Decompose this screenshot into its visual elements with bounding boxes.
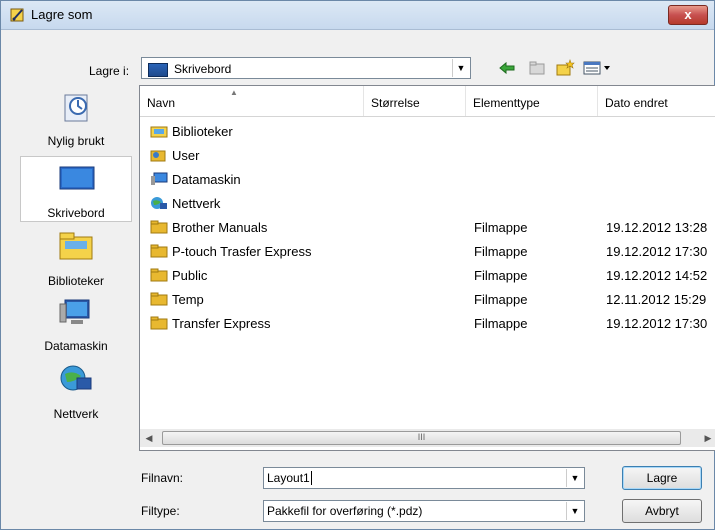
lookin-label: Lagre i: bbox=[89, 64, 130, 78]
file-type: Filmappe bbox=[474, 220, 528, 235]
place-biblioteker[interactable]: Biblioteker bbox=[20, 225, 132, 291]
folder-icon bbox=[150, 292, 168, 306]
scrollbar-grip: III bbox=[417, 432, 426, 442]
column-header-elementtype[interactable]: Elementtype bbox=[466, 86, 598, 116]
column-header: Navn ▲ Størrelse Elementtype Dato endret bbox=[140, 86, 715, 117]
place-label: Datamaskin bbox=[44, 339, 108, 353]
network-icon bbox=[150, 196, 168, 210]
save-as-dialog: Lagre som x Lagre i: Skrivebord ▼ Nylig bbox=[0, 0, 715, 530]
list-item[interactable]: Nettverk bbox=[140, 192, 715, 216]
app-icon bbox=[10, 8, 24, 22]
list-item[interactable]: Datamaskin bbox=[140, 168, 715, 192]
file-date: 19.12.2012 14:52 bbox=[606, 268, 708, 283]
save-button[interactable]: Lagre bbox=[622, 466, 702, 490]
column-header-storrelse[interactable]: Størrelse bbox=[364, 86, 466, 116]
place-nylig-brukt[interactable]: Nylig brukt bbox=[20, 85, 132, 151]
file-date: 12.11.2012 15:29 bbox=[606, 292, 707, 307]
scroll-left-icon[interactable]: ◀ bbox=[140, 429, 158, 447]
file-list[interactable]: Navn ▲ Størrelse Elementtype Dato endret … bbox=[139, 85, 715, 451]
folder-icon bbox=[150, 244, 168, 258]
file-type: Filmappe bbox=[474, 292, 528, 307]
title-bar[interactable]: Lagre som x bbox=[1, 1, 714, 30]
filename-value: Layout1 bbox=[267, 471, 310, 485]
file-type: Filmappe bbox=[474, 316, 528, 331]
scroll-right-icon[interactable]: ▶ bbox=[699, 429, 715, 447]
file-name: Temp bbox=[172, 292, 204, 307]
folder-icon bbox=[150, 220, 168, 234]
file-name: Public bbox=[172, 268, 208, 283]
list-item[interactable]: Public Filmappe 19.12.2012 14:52 bbox=[140, 264, 715, 288]
file-name: Nettverk bbox=[172, 196, 221, 211]
list-item[interactable]: Brother Manuals Filmappe 19.12.2012 13:28 bbox=[140, 216, 715, 240]
list-item[interactable]: Biblioteker bbox=[140, 120, 715, 144]
network-icon bbox=[60, 365, 92, 391]
view-menu-icon[interactable] bbox=[583, 59, 613, 77]
file-name: Datamaskin bbox=[172, 172, 241, 187]
filetype-label: Filtype: bbox=[141, 504, 180, 518]
lookin-value: Skrivebord bbox=[174, 62, 232, 76]
back-arrow-icon[interactable] bbox=[498, 59, 516, 77]
list-item[interactable]: Temp Filmappe 12.11.2012 15:29 bbox=[140, 288, 715, 312]
file-name: Biblioteker bbox=[172, 124, 233, 139]
scrollbar-thumb[interactable]: III bbox=[162, 431, 681, 445]
place-nettverk[interactable]: Nettverk bbox=[20, 358, 132, 424]
cancel-button[interactable]: Avbryt bbox=[622, 499, 702, 523]
place-skrivebord[interactable]: Skrivebord bbox=[20, 156, 132, 222]
column-header-navn[interactable]: Navn ▲ bbox=[140, 86, 364, 116]
window-title: Lagre som bbox=[31, 7, 93, 22]
place-label: Skrivebord bbox=[47, 206, 105, 220]
file-date: 19.12.2012 13:28 bbox=[606, 220, 708, 235]
list-item[interactable]: User bbox=[140, 144, 715, 168]
places-bar: Nylig brukt Skrivebord Biblioteker Datam… bbox=[20, 85, 134, 439]
library-icon bbox=[150, 124, 168, 138]
libraries-icon bbox=[59, 232, 93, 260]
computer-icon bbox=[150, 172, 168, 186]
file-name: Brother Manuals bbox=[172, 220, 268, 235]
file-name: User bbox=[172, 148, 200, 163]
file-date: 19.12.2012 17:30 bbox=[606, 316, 708, 331]
place-datamaskin[interactable]: Datamaskin bbox=[20, 290, 132, 356]
place-label: Biblioteker bbox=[47, 274, 105, 288]
place-label: Nylig brukt bbox=[47, 134, 105, 148]
horizontal-scrollbar[interactable]: ◀ III ▶ bbox=[140, 429, 715, 447]
computer-icon bbox=[59, 299, 90, 324]
up-folder-icon[interactable] bbox=[528, 59, 546, 77]
place-label: Nettverk bbox=[53, 407, 99, 421]
list-item[interactable]: P-touch Trasfer Express Filmappe 19.12.201… bbox=[140, 240, 715, 264]
folder-icon bbox=[150, 316, 168, 330]
file-date: 19.12.2012 17:30 bbox=[606, 244, 708, 259]
file-type: Filmappe bbox=[474, 268, 528, 283]
desktop-icon bbox=[59, 166, 95, 190]
filename-label: Filnavn: bbox=[141, 471, 184, 485]
filename-input[interactable]: Layout1 ▼ bbox=[263, 467, 585, 489]
file-type: Filmappe bbox=[474, 244, 528, 259]
close-button[interactable]: x bbox=[668, 5, 708, 25]
filetype-value: Pakkefil for overføring (*.pdz) bbox=[267, 504, 423, 518]
recent-icon bbox=[64, 94, 88, 122]
new-folder-icon[interactable] bbox=[555, 59, 575, 77]
chevron-down-icon[interactable]: ▼ bbox=[566, 469, 583, 487]
lookin-dropdown[interactable]: Skrivebord ▼ bbox=[141, 57, 471, 79]
text-cursor bbox=[310, 471, 312, 485]
file-name: Transfer Express bbox=[172, 316, 271, 331]
filetype-dropdown[interactable]: Pakkefil for overføring (*.pdz) ▼ bbox=[263, 500, 585, 522]
folder-icon bbox=[150, 268, 168, 282]
user-icon bbox=[150, 148, 168, 162]
file-name: P-touch Trasfer Express bbox=[172, 244, 312, 259]
chevron-down-icon[interactable]: ▼ bbox=[566, 502, 583, 520]
sort-ascending-icon: ▲ bbox=[230, 88, 238, 97]
column-header-dato-endret[interactable]: Dato endret bbox=[598, 86, 715, 116]
desktop-icon bbox=[148, 63, 168, 77]
chevron-down-icon[interactable]: ▼ bbox=[452, 59, 469, 77]
list-item[interactable]: Transfer Express Filmappe 19.12.2012 17:30 bbox=[140, 312, 715, 336]
